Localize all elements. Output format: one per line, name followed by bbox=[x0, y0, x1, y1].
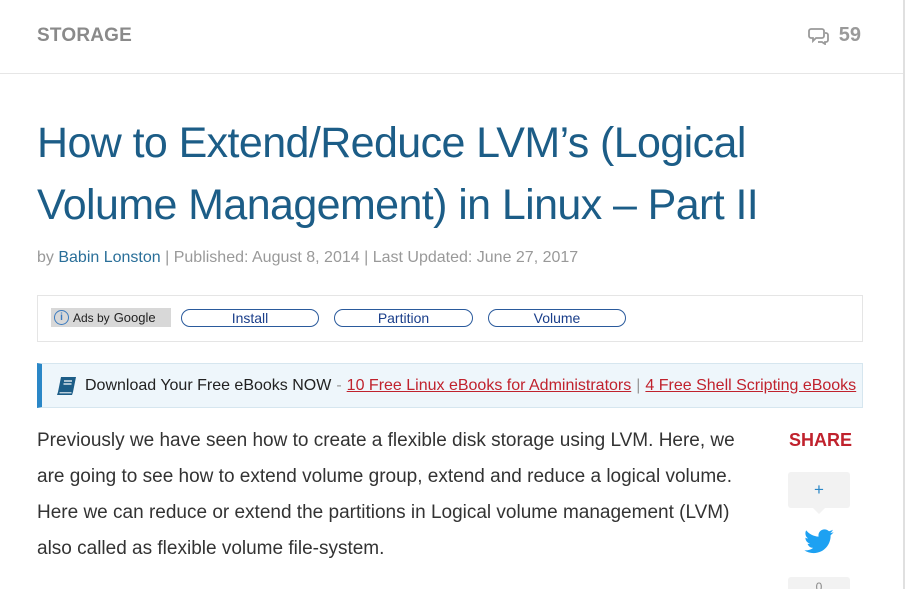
ads-label: Ads by bbox=[73, 310, 110, 325]
comment-count: 59 bbox=[838, 24, 861, 46]
meta-by: by bbox=[37, 249, 54, 266]
book-icon bbox=[57, 376, 76, 395]
article-intro: Previously we have seen how to create a … bbox=[37, 430, 735, 559]
ebook-separator: | bbox=[636, 376, 641, 394]
page: STORAGE 59 How to Extend/Reduce LVM’s (L… bbox=[0, 0, 905, 589]
ad-box: i Ads by Google Install Partition Volume bbox=[37, 295, 863, 342]
ebook-banner: Download Your Free eBooks NOW - 10 Free … bbox=[37, 363, 863, 408]
info-icon: i bbox=[54, 310, 69, 325]
ad-link-volume[interactable]: Volume bbox=[488, 309, 626, 327]
twitter-icon[interactable] bbox=[803, 526, 835, 558]
ebook-dash: - bbox=[336, 376, 342, 394]
article-title: How to Extend/Reduce LVM’s (Logical Volu… bbox=[37, 119, 759, 229]
author-link[interactable]: Babin Lonston bbox=[58, 249, 160, 266]
meta-dates: | Published: August 8, 2014 | Last Updat… bbox=[165, 249, 579, 266]
ebook-link-linux[interactable]: 10 Free Linux eBooks for Administrators bbox=[347, 377, 632, 395]
comments-link[interactable]: 59 bbox=[807, 24, 861, 47]
category-link[interactable]: STORAGE bbox=[37, 25, 132, 47]
share-count-button[interactable]: 0 bbox=[788, 577, 850, 589]
ebook-link-shell[interactable]: 4 Free Shell Scripting eBooks bbox=[645, 377, 856, 395]
ad-link-install[interactable]: Install bbox=[181, 309, 319, 327]
ebook-lead: Download Your Free eBooks NOW bbox=[85, 376, 332, 394]
article-meta: by Babin Lonston | Published: August 8, … bbox=[37, 249, 578, 267]
comments-icon bbox=[807, 27, 829, 45]
share-label: SHARE bbox=[789, 430, 853, 450]
share-more-button[interactable]: + bbox=[788, 472, 850, 514]
top-bar: STORAGE 59 bbox=[0, 0, 903, 74]
ads-brand: Google bbox=[113, 310, 156, 325]
ad-link-partition[interactable]: Partition bbox=[334, 309, 473, 327]
ads-by-google-badge[interactable]: i Ads by Google bbox=[51, 308, 171, 327]
